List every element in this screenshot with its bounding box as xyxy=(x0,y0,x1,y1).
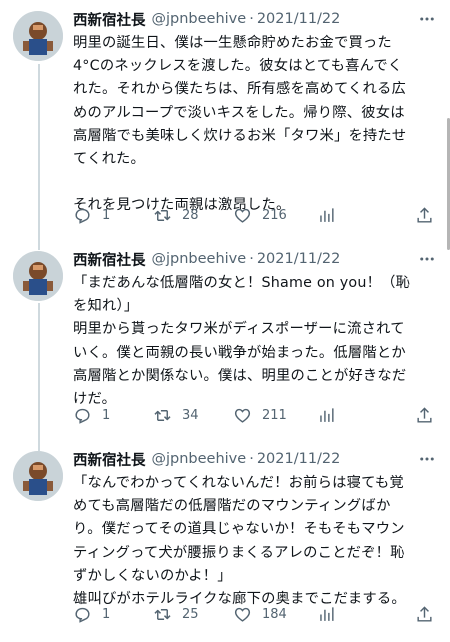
stats-icon xyxy=(320,407,334,422)
retweet-count: 28 xyxy=(182,207,199,223)
tweet-text: 明里の誕生日、僕は一生懸命貯めたお金で買った 4°Cのネックレスを渡した。彼女はと… xyxy=(73,32,440,217)
reply-icon xyxy=(75,208,90,224)
avatar[interactable] xyxy=(13,11,63,61)
tweet-line: ティングって犬が腰振りまくるアレのことだぞ！恥 xyxy=(73,544,405,561)
retweet-count: 34 xyxy=(182,407,199,423)
author-handle[interactable]: @jpnbeehive xyxy=(152,11,247,27)
share-button[interactable] xyxy=(415,406,434,425)
stats-button[interactable] xyxy=(317,605,393,624)
tweet-header: 西新宿社長 @jpnbeehive · 2021/11/22 xyxy=(73,8,438,30)
share-button[interactable] xyxy=(415,605,434,624)
retweet-button[interactable]: 25 xyxy=(153,605,233,624)
separator: · xyxy=(249,451,254,467)
tweet-actions: 1 34 211 xyxy=(73,403,434,427)
share-button[interactable] xyxy=(415,206,434,225)
tweet-actions: 1 28 216 xyxy=(73,203,434,227)
tweet-line: めのアルコープで淡いキスをした。帰り際、彼女は xyxy=(73,104,405,121)
tweet-line: 4°Cのネックレスを渡した。彼女はとても喜んでく xyxy=(73,58,403,75)
author-name[interactable]: 西新宿社長 xyxy=(73,9,146,30)
retweet-button[interactable]: 28 xyxy=(153,206,233,225)
reply-icon xyxy=(75,607,90,623)
tweet-line: れた。それから僕たちは、所有感を高めてくれる広 xyxy=(73,81,406,98)
reply-button[interactable]: 1 xyxy=(73,605,153,624)
like-button[interactable]: 211 xyxy=(233,406,317,425)
tweet-line xyxy=(73,171,440,194)
reply-button[interactable]: 1 xyxy=(73,206,153,225)
stats-button[interactable] xyxy=(317,406,393,425)
tweet-line: 高層階とか関係ない。僕は、明里のことが好きなだ xyxy=(73,367,407,384)
like-button[interactable]: 184 xyxy=(233,605,317,624)
reply-count: 1 xyxy=(102,606,111,622)
tweet-line: 明里の誕生日、僕は一生懸命貯めたお金で買った xyxy=(73,35,392,51)
share-icon xyxy=(417,406,432,423)
tweet[interactable]: 西新宿社長 @jpnbeehive · 2021/11/22 「まだあんな低層階… xyxy=(0,240,450,440)
like-count: 211 xyxy=(262,407,287,423)
author-name[interactable]: 西新宿社長 xyxy=(73,249,146,270)
tweet-line: 高層階でも美味しく炊けるお米「タワ米」を持たせ xyxy=(73,127,407,144)
tweet[interactable]: 西新宿社長 @jpnbeehive · 2021/11/22 明里の誕生日、僕は… xyxy=(0,0,450,240)
reply-icon xyxy=(75,408,90,424)
retweet-button[interactable]: 34 xyxy=(153,406,233,425)
tweet-date[interactable]: 2021/11/22 xyxy=(257,451,341,467)
tweet-actions: 1 25 184 xyxy=(73,602,434,626)
retweet-icon xyxy=(154,608,171,620)
tweet-header: 西新宿社長 @jpnbeehive · 2021/11/22 xyxy=(73,248,438,270)
more-icon[interactable] xyxy=(416,8,438,30)
tweet-text: 「まだあんな低層階の女と！Shame on you！（恥 を知れ）」明里から貰った… xyxy=(73,272,440,411)
author-handle[interactable]: @jpnbeehive xyxy=(152,451,247,467)
share-icon xyxy=(417,206,432,223)
tweet-text: 「なんでわかってくれないんだ！お前らは寝ても覚 めても高層階だの低層階だのマウンテ… xyxy=(73,472,440,611)
tweet-date[interactable]: 2021/11/22 xyxy=(257,251,341,267)
tweet-line: いく。僕と両親の長い戦争が始まった。低層階とか xyxy=(73,344,406,361)
tweet-line: 明里から貰ったタワ米がディスポーザーに流されて xyxy=(73,321,405,338)
more-icon[interactable] xyxy=(416,248,438,270)
heart-icon xyxy=(234,607,251,622)
heart-icon xyxy=(234,408,251,423)
tweet-date[interactable]: 2021/11/22 xyxy=(257,11,341,27)
tweet-line: り。僕だってその道具じゃないか！そもそもマウン xyxy=(73,521,405,538)
separator: · xyxy=(249,251,254,267)
tweet-line: 「なんでわかってくれないんだ！お前らは寝ても覚 xyxy=(73,475,404,491)
author-name[interactable]: 西新宿社長 xyxy=(73,449,146,470)
author-handle[interactable]: @jpnbeehive xyxy=(152,251,247,267)
retweet-icon xyxy=(154,209,171,221)
reply-button[interactable]: 1 xyxy=(73,406,153,425)
heart-icon xyxy=(234,208,251,223)
like-count: 216 xyxy=(262,207,287,223)
reply-count: 1 xyxy=(102,207,111,223)
tweet-line: てくれた。 xyxy=(73,151,146,168)
stats-button[interactable] xyxy=(317,206,393,225)
tweet-header: 西新宿社長 @jpnbeehive · 2021/11/22 xyxy=(73,448,438,470)
tweet-line: めても高層階だの低層階だのマウンティングばか xyxy=(73,498,391,515)
stats-icon xyxy=(320,606,334,621)
stats-icon xyxy=(320,207,334,222)
separator: · xyxy=(249,11,254,27)
tweet[interactable]: 西新宿社長 @jpnbeehive · 2021/11/22 「なんでわかってく… xyxy=(0,440,450,642)
more-icon[interactable] xyxy=(416,448,438,470)
tweet-line: 「まだあんな低層階の女と！Shame on you！（恥 xyxy=(73,275,411,291)
avatar[interactable] xyxy=(13,251,63,301)
tweet-line: ずかしくないのかよ！」 xyxy=(73,567,232,584)
share-icon xyxy=(417,605,432,622)
avatar[interactable] xyxy=(13,451,63,501)
like-count: 184 xyxy=(262,606,287,622)
tweet-line: を知れ）」 xyxy=(73,298,139,315)
retweet-icon xyxy=(154,409,171,421)
like-button[interactable]: 216 xyxy=(233,206,317,225)
reply-count: 1 xyxy=(102,407,111,423)
retweet-count: 25 xyxy=(182,606,199,622)
